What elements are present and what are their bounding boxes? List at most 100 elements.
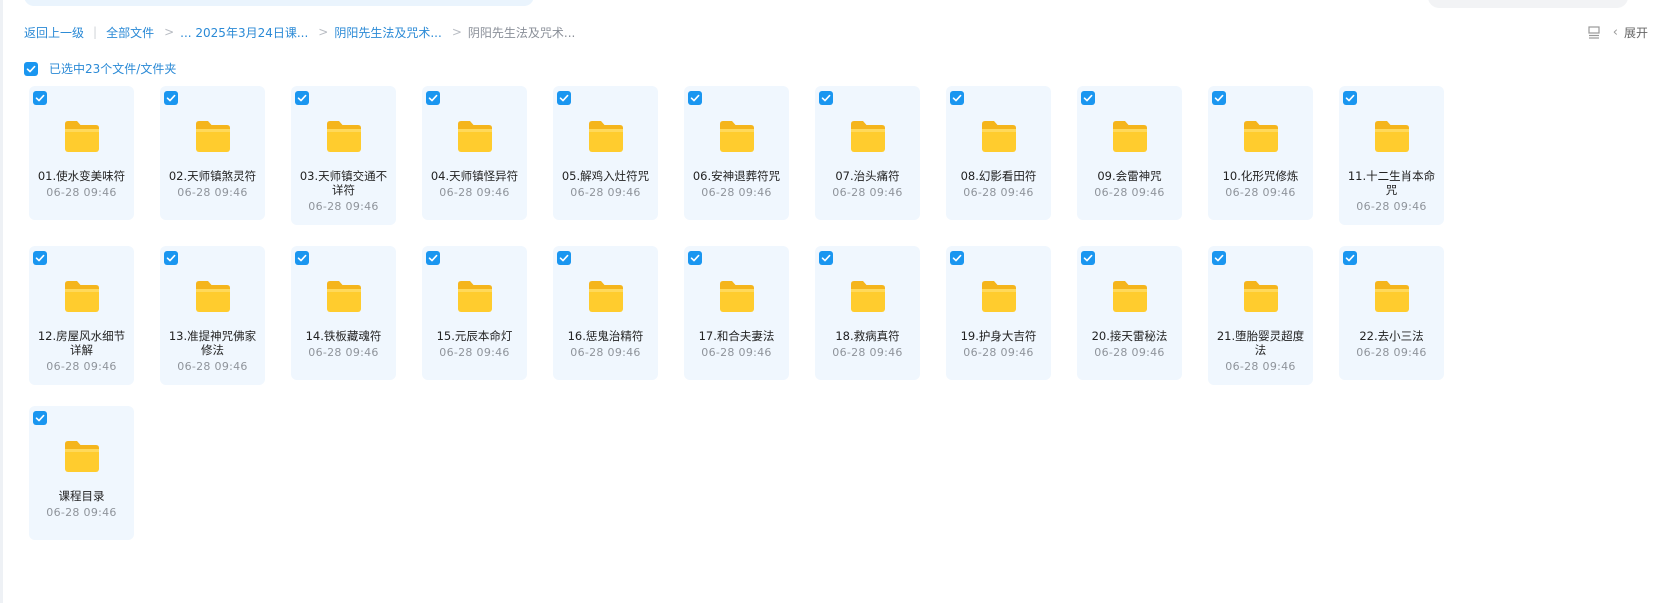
item-checkbox[interactable] xyxy=(1343,91,1357,105)
expand-button[interactable]: 展开 xyxy=(1624,24,1648,41)
item-checkbox[interactable] xyxy=(688,251,702,265)
item-checkbox[interactable] xyxy=(1081,91,1095,105)
check-icon xyxy=(428,94,438,102)
folder-name: 22.去小三法 xyxy=(1359,329,1424,343)
folder-item[interactable]: 课程目录 06-28 09:46 xyxy=(29,406,134,540)
folder-item[interactable]: 16.惩鬼治精符 06-28 09:46 xyxy=(553,246,658,380)
check-icon xyxy=(35,414,45,422)
folder-item[interactable]: 01.使水变美味符 06-28 09:46 xyxy=(29,86,134,220)
check-icon xyxy=(1083,94,1093,102)
item-checkbox[interactable] xyxy=(164,251,178,265)
folder-item[interactable]: 18.救病真符 06-28 09:46 xyxy=(815,246,920,380)
chevron-left-icon[interactable]: ‹ xyxy=(1613,25,1618,40)
folder-item[interactable]: 12.房屋风水细节详解 06-28 09:46 xyxy=(29,246,134,385)
folder-icon xyxy=(850,281,885,312)
item-checkbox[interactable] xyxy=(33,411,47,425)
list-view-icon[interactable] xyxy=(1587,25,1601,39)
item-checkbox[interactable] xyxy=(819,251,833,265)
check-icon xyxy=(1214,254,1224,262)
folder-icon xyxy=(326,281,361,312)
chevron-right-icon: > xyxy=(164,25,175,39)
item-checkbox[interactable] xyxy=(1212,91,1226,105)
check-icon xyxy=(26,65,36,72)
folder-icon xyxy=(1374,121,1409,152)
item-checkbox[interactable] xyxy=(950,251,964,265)
folder-icon xyxy=(1243,121,1278,152)
check-icon xyxy=(166,254,176,262)
file-grid: 01.使水变美味符 06-28 09:46 02.天师镇煞灵符 06-28 09:46… xyxy=(29,86,1469,540)
folder-item[interactable]: 13.准提神咒佛家修法 06-28 09:46 xyxy=(160,246,265,385)
folder-icon xyxy=(64,281,99,312)
folder-icon xyxy=(195,121,230,152)
search-input[interactable] xyxy=(1428,0,1628,8)
folder-item[interactable]: 08.幻影看田符 06-28 09:46 xyxy=(946,86,1051,220)
folder-name: 11.十二生肖本命咒 xyxy=(1347,169,1436,197)
folder-icon xyxy=(1112,121,1147,152)
folder-item[interactable]: 06.安神退葬符咒 06-28 09:46 xyxy=(684,86,789,220)
item-checkbox[interactable] xyxy=(164,91,178,105)
breadcrumb-item-folder[interactable]: 阴阳先生法及咒术... xyxy=(334,24,441,41)
check-icon xyxy=(690,254,700,262)
folder-name: 课程目录 xyxy=(58,489,105,503)
folder-icon xyxy=(588,281,623,312)
item-checkbox[interactable] xyxy=(426,91,440,105)
item-checkbox[interactable] xyxy=(295,91,309,105)
folder-name: 03.天师镇交通不详符 xyxy=(299,169,388,197)
breadcrumb-item-course[interactable]: ... 2025年3月24日课... xyxy=(180,24,308,41)
action-toolbar[interactable] xyxy=(24,0,534,6)
breadcrumb-item-all-files[interactable]: 全部文件 xyxy=(106,24,154,41)
folder-item[interactable]: 04.天师镇怪异符 06-28 09:46 xyxy=(422,86,527,220)
folder-name: 21.堕胎婴灵超度法 xyxy=(1216,329,1305,357)
folder-date: 06-28 09:46 xyxy=(46,360,117,373)
check-icon xyxy=(821,254,831,262)
folder-date: 06-28 09:46 xyxy=(1094,186,1165,199)
item-checkbox[interactable] xyxy=(688,91,702,105)
item-checkbox[interactable] xyxy=(33,251,47,265)
folder-item[interactable]: 21.堕胎婴灵超度法 06-28 09:46 xyxy=(1208,246,1313,385)
folder-item[interactable]: 07.治头痛符 06-28 09:46 xyxy=(815,86,920,220)
folder-item[interactable]: 22.去小三法 06-28 09:46 xyxy=(1339,246,1444,380)
folder-date: 06-28 09:46 xyxy=(570,346,641,359)
breadcrumb: 返回上一级 | 全部文件 > ... 2025年3月24日课... > 阴阳先生… xyxy=(24,22,575,42)
check-icon xyxy=(166,94,176,102)
item-checkbox[interactable] xyxy=(819,91,833,105)
folder-item[interactable]: 09.会雷神咒 06-28 09:46 xyxy=(1077,86,1182,220)
check-icon xyxy=(1083,254,1093,262)
item-checkbox[interactable] xyxy=(1212,251,1226,265)
folder-item[interactable]: 05.解鸡入灶符咒 06-28 09:46 xyxy=(553,86,658,220)
item-checkbox[interactable] xyxy=(33,91,47,105)
select-all-checkbox[interactable] xyxy=(24,61,38,76)
folder-item[interactable]: 20.接天雷秘法 06-28 09:46 xyxy=(1077,246,1182,380)
item-checkbox[interactable] xyxy=(1081,251,1095,265)
item-checkbox[interactable] xyxy=(950,91,964,105)
check-icon xyxy=(297,94,307,102)
folder-item[interactable]: 11.十二生肖本命咒 06-28 09:46 xyxy=(1339,86,1444,225)
folder-name: 16.惩鬼治精符 xyxy=(567,329,644,343)
select-all[interactable]: 已选中23个文件/文件夹 xyxy=(24,60,176,77)
item-checkbox[interactable] xyxy=(295,251,309,265)
folder-item[interactable]: 17.和合夫妻法 06-28 09:46 xyxy=(684,246,789,380)
folder-icon xyxy=(64,121,99,152)
back-link[interactable]: 返回上一级 xyxy=(24,24,84,41)
folder-item[interactable]: 14.铁板藏魂符 06-28 09:46 xyxy=(291,246,396,380)
folder-item[interactable]: 19.护身大吉符 06-28 09:46 xyxy=(946,246,1051,380)
item-checkbox[interactable] xyxy=(557,251,571,265)
folder-item[interactable]: 02.天师镇煞灵符 06-28 09:46 xyxy=(160,86,265,220)
item-checkbox[interactable] xyxy=(1343,251,1357,265)
folder-icon xyxy=(457,281,492,312)
check-icon xyxy=(821,94,831,102)
folder-item[interactable]: 10.化形咒修炼 06-28 09:46 xyxy=(1208,86,1313,220)
folder-date: 06-28 09:46 xyxy=(439,186,510,199)
folder-name: 14.铁板藏魂符 xyxy=(305,329,382,343)
folder-name: 17.和合夫妻法 xyxy=(698,329,775,343)
view-tools: ‹ 展开 xyxy=(1587,22,1648,42)
folder-item[interactable]: 15.元辰本命灯 06-28 09:46 xyxy=(422,246,527,380)
folder-item[interactable]: 03.天师镇交通不详符 06-28 09:46 xyxy=(291,86,396,225)
folder-name: 10.化形咒修炼 xyxy=(1222,169,1299,183)
item-checkbox[interactable] xyxy=(426,251,440,265)
folder-name: 06.安神退葬符咒 xyxy=(692,169,781,183)
folder-icon xyxy=(64,441,99,472)
folder-date: 06-28 09:46 xyxy=(963,346,1034,359)
folder-name: 07.治头痛符 xyxy=(835,169,900,183)
item-checkbox[interactable] xyxy=(557,91,571,105)
